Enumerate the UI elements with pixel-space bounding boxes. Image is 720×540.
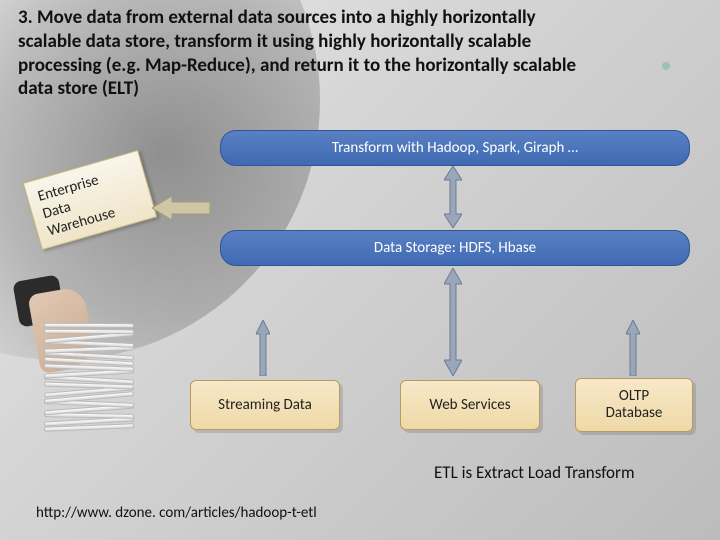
double-arrow-icon bbox=[444, 268, 462, 376]
source-web-services: Web Services bbox=[400, 380, 540, 430]
double-arrow-icon bbox=[444, 166, 462, 228]
enterprise-data-warehouse-note: Enterprise Data Warehouse bbox=[23, 150, 158, 250]
slide-heading: 3. Move data from external data sources … bbox=[18, 6, 578, 101]
source-url: http://www. dzone. com/articles/hadoop-t… bbox=[36, 504, 317, 522]
up-arrow-icon bbox=[256, 320, 270, 376]
etl-caption: ETL is Extract Load Transform bbox=[434, 462, 635, 483]
paper-stack-image bbox=[34, 290, 154, 430]
accent-dot bbox=[662, 62, 670, 70]
transform-box: Transform with Hadoop, Spark, Giraph … bbox=[220, 130, 690, 166]
oltp-line2: Database bbox=[606, 405, 663, 422]
source-streaming: Streaming Data bbox=[190, 380, 340, 430]
source-oltp-database: OLTP Database bbox=[575, 378, 693, 432]
arrow-left-icon bbox=[152, 196, 210, 220]
storage-box: Data Storage: HDFS, Hbase bbox=[220, 230, 690, 266]
oltp-line1: OLTP bbox=[619, 388, 649, 405]
up-arrow-icon bbox=[626, 320, 640, 376]
